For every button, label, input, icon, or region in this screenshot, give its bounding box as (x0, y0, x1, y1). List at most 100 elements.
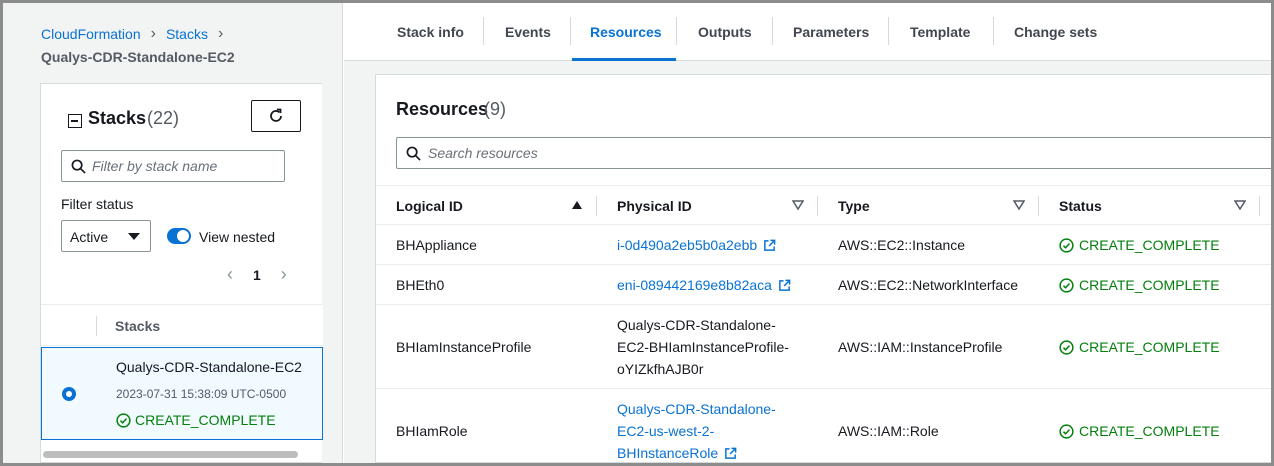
resources-count: (9) (484, 99, 506, 119)
status-label: CREATE_COMPLETE (1079, 339, 1220, 355)
check-circle-icon (1059, 339, 1074, 355)
chevron-right-icon: › (150, 25, 156, 42)
physical-id-link[interactable]: eni-089442169e8b82aca (617, 274, 791, 296)
tab-divider (483, 17, 484, 45)
status-cell: CREATE_COMPLETE (1059, 420, 1220, 442)
sort-icon[interactable] (1234, 200, 1246, 210)
stacks-heading: Stacks (88, 108, 147, 128)
status-cell: CREATE_COMPLETE (1059, 274, 1220, 296)
type-cell: AWS::IAM::Role (838, 423, 939, 439)
stacks-navigation-panel: CloudFormation › Stacks › Qualys-CDR-Sta… (3, 3, 343, 463)
tab-divider (888, 17, 889, 45)
external-link-icon (725, 447, 737, 459)
status-cell: CREATE_COMPLETE (1059, 234, 1220, 256)
type-cell: AWS::IAM::InstanceProfile (838, 339, 1003, 355)
sort-icon[interactable] (792, 200, 804, 210)
caret-down-icon (128, 233, 140, 240)
type-cell: AWS::EC2::NetworkInterface (838, 277, 1018, 293)
breadcrumb: CloudFormation › Stacks › (41, 25, 233, 43)
filter-status-value: Active (70, 229, 109, 245)
column-divider (1038, 196, 1039, 216)
filter-status-select[interactable]: Active (61, 220, 151, 252)
column-header-logical-id[interactable]: Logical ID (396, 198, 463, 214)
tab-resources[interactable]: Resources (572, 17, 676, 61)
logical-id-cell: BHEth0 (396, 277, 445, 293)
search-icon (71, 159, 86, 174)
breadcrumb-stacks[interactable]: Stacks (166, 26, 208, 42)
type-cell: AWS::EC2::Instance (838, 237, 966, 253)
collapse-icon[interactable] (68, 114, 82, 128)
chevron-right-icon: › (217, 25, 224, 42)
stack-radio-button[interactable] (62, 387, 76, 401)
table-row: BHIamRole Qualys-CDR-Standalone- EC2-us-… (376, 389, 1272, 466)
logical-id-cell: BHIamInstanceProfile (396, 339, 532, 355)
column-header-status[interactable]: Status (1059, 198, 1102, 214)
stack-filter-field[interactable] (61, 150, 285, 182)
physical-id-link[interactable]: i-0d490a2eb5b0a2ebb (617, 234, 776, 256)
check-circle-icon (1059, 237, 1074, 253)
tab-divider (772, 17, 773, 45)
stack-name: Qualys-CDR-Standalone-EC2 (116, 359, 302, 375)
resources-heading: Resources (396, 99, 489, 119)
stack-timestamp: 2023-07-31 15:38:09 UTC-0500 (116, 387, 287, 401)
tab-divider (993, 17, 994, 45)
tab-events[interactable]: Events (505, 17, 551, 61)
breadcrumb-current: Qualys-CDR-Standalone-EC2 (41, 49, 235, 65)
view-nested-toggle[interactable] (167, 228, 191, 244)
resources-search-field[interactable] (396, 137, 1272, 169)
status-label: CREATE_COMPLETE (1079, 423, 1220, 439)
page-number[interactable]: 1 (253, 267, 261, 283)
stacks-table-header: Stacks (41, 304, 323, 346)
physical-id-link[interactable]: Qualys-CDR-Standalone- EC2-us-west-2- BH… (617, 398, 776, 464)
stacks-count: (22) (147, 108, 180, 128)
tab-outputs[interactable]: Outputs (698, 17, 752, 61)
filter-status-label: Filter status (61, 196, 134, 212)
status-label: CREATE_COMPLETE (1079, 277, 1220, 293)
stack-status: CREATE_COMPLETE (116, 412, 276, 428)
tab-parameters[interactable]: Parameters (793, 17, 869, 61)
stack-list-item[interactable]: Qualys-CDR-Standalone-EC2 2023-07-31 15:… (41, 347, 323, 440)
check-circle-icon (1059, 277, 1074, 293)
breadcrumb-cloudformation[interactable]: CloudFormation (41, 26, 141, 42)
stacks-list-card: Stacks (22) Filter status Active View ne… (40, 83, 323, 463)
column-divider (817, 196, 818, 216)
logical-id-cell: BHIamRole (396, 423, 468, 439)
status-cell: CREATE_COMPLETE (1059, 336, 1220, 358)
tab-template[interactable]: Template (910, 17, 970, 61)
stacks-column-header: Stacks (115, 318, 161, 334)
stack-status-label: CREATE_COMPLETE (135, 412, 276, 428)
chevron-right-icon[interactable]: › (281, 264, 287, 285)
search-icon (406, 146, 421, 161)
table-row: BHEth0 eni-089442169e8b82aca AWS::EC2::N… (376, 265, 1272, 305)
stack-filter-input[interactable] (92, 156, 277, 176)
table-row: BHIamInstanceProfile Qualys-CDR-Standalo… (376, 305, 1272, 389)
column-header-physical-id[interactable]: Physical ID (617, 198, 692, 214)
column-divider (96, 316, 97, 336)
stack-tabs: Stack info Events Resources Outputs Para… (344, 3, 1271, 61)
status-label: CREATE_COMPLETE (1079, 237, 1220, 253)
tab-divider (676, 17, 677, 45)
external-link-icon (764, 239, 776, 251)
physical-id-cell: Qualys-CDR-Standalone- EC2-BHIamInstance… (617, 317, 789, 377)
column-divider (596, 196, 597, 216)
refresh-button[interactable] (251, 100, 301, 132)
resources-table-header: Logical ID Physical ID Type Status (376, 185, 1272, 225)
column-header-type[interactable]: Type (838, 198, 870, 214)
logical-id-cell: BHAppliance (396, 237, 477, 253)
sort-icon[interactable] (1013, 200, 1025, 210)
view-nested-label: View nested (199, 229, 276, 245)
pagination: ‹ 1 › (227, 264, 287, 285)
sort-ascending-icon[interactable] (571, 200, 583, 210)
refresh-icon (270, 108, 282, 122)
check-circle-icon (116, 412, 131, 428)
external-link-icon (779, 279, 791, 291)
tab-stack-info[interactable]: Stack info (397, 17, 464, 61)
column-divider (1259, 196, 1260, 216)
check-circle-icon (1059, 423, 1074, 439)
resources-card: Resources (9) Logical ID Physical ID Typ… (375, 74, 1272, 466)
tab-change-sets[interactable]: Change sets (1014, 17, 1097, 61)
resources-search-input[interactable] (428, 143, 1228, 163)
chevron-left-icon[interactable]: ‹ (227, 264, 233, 285)
tab-divider (570, 17, 571, 45)
horizontal-scrollbar[interactable] (43, 451, 298, 458)
